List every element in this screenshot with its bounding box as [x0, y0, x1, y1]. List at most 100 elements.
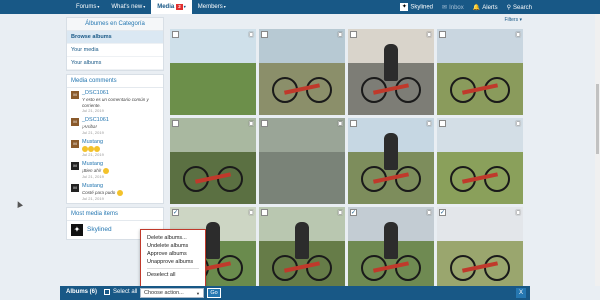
select-checkbox[interactable]: [261, 209, 268, 216]
bicycle-figure: [360, 163, 422, 192]
avatar[interactable]: M: [71, 183, 79, 192]
tab-members-label: Members: [197, 4, 223, 10]
album-thumbnail[interactable]: ▣: [348, 118, 434, 204]
camera-icon: ▣: [515, 32, 521, 38]
select-checkbox[interactable]: [350, 31, 357, 38]
camera-icon: ▣: [515, 210, 521, 216]
filters-button[interactable]: Filters ▾: [504, 17, 522, 23]
wheel-shape: [217, 254, 244, 281]
emoji-icon: [102, 167, 109, 174]
sidebar: Álbumes en Categoría Browse albums Your …: [66, 17, 164, 243]
album-thumbnail[interactable]: ▣: [437, 118, 523, 204]
chevron-down-icon: ▼: [196, 291, 200, 296]
camera-icon: ▣: [248, 121, 254, 127]
comment-date: Jul 21, 2019: [82, 108, 104, 113]
wheel-shape: [395, 165, 422, 192]
search-link[interactable]: ⚲ Search: [507, 4, 532, 11]
bicycle-figure: [360, 74, 422, 103]
main-nav: Forums▾ What's new▾ Media 2 ▾ Members▾: [70, 0, 232, 14]
menu-item-delete-albums[interactable]: Delete albums...: [147, 234, 199, 242]
action-select[interactable]: Choose action... ▼: [140, 288, 204, 298]
scrollbar[interactable]: [595, 14, 600, 286]
album-thumbnail[interactable]: ▣: [170, 29, 256, 115]
chevron-down-icon: ▾: [143, 4, 146, 9]
chevron-down-icon: ▾: [223, 4, 226, 9]
camera-icon: ▣: [337, 210, 343, 216]
photo-background: [259, 118, 345, 153]
select-checkbox[interactable]: [350, 120, 357, 127]
menu-item-deselect-all[interactable]: Deselect all: [147, 271, 199, 279]
inbox-link[interactable]: ✉ Inbox: [442, 4, 464, 11]
action-select-value: Choose action...: [144, 290, 184, 296]
tab-whats-new-label: What's new: [111, 4, 143, 10]
chevron-down-icon: ▾: [97, 4, 100, 9]
select-checkbox[interactable]: [439, 31, 446, 38]
select-checkbox[interactable]: [172, 120, 179, 127]
media-comments-title: Media comments: [67, 75, 163, 88]
albums-count: Albums (6): [66, 289, 98, 295]
photo-background: [437, 29, 523, 64]
comment-date: Jul 21, 2019: [82, 151, 104, 157]
select-all-checkbox[interactable]: Select all: [104, 289, 137, 295]
tab-media[interactable]: Media 2 ▾: [151, 0, 192, 14]
comment-title[interactable]: Mustang: [82, 139, 159, 146]
categories-title: Álbumes en Categoría: [67, 18, 163, 31]
scrollbar-thumb[interactable]: [596, 84, 599, 154]
select-checkbox[interactable]: ✓: [350, 209, 357, 216]
bicycle-figure: [449, 252, 511, 281]
album-thumbnail[interactable]: ▣: [348, 29, 434, 115]
sidebar-item-your-media[interactable]: Your media: [67, 44, 163, 57]
tab-members[interactable]: Members▾: [192, 0, 232, 14]
close-button[interactable]: X: [516, 288, 526, 298]
emoji-icon: [116, 189, 123, 196]
album-thumbnail[interactable]: ▣: [259, 118, 345, 204]
photo-background: [170, 29, 256, 64]
bicycle-figure: [449, 74, 511, 103]
comment-title[interactable]: Mustang: [82, 183, 159, 190]
menu-item-undelete-albums[interactable]: Undelete albums: [147, 242, 199, 250]
sidebar-item-your-albums[interactable]: Your albums: [67, 57, 163, 70]
album-thumbnail[interactable]: ▣2012/12/03 - Salida Piragüis: [259, 207, 345, 293]
album-thumbnail[interactable]: ✓▣Specialized Epic 2012 Testbike: [348, 207, 434, 293]
tab-whats-new[interactable]: What's new▾: [105, 0, 151, 14]
select-checkbox[interactable]: [261, 31, 268, 38]
comment-title[interactable]: Mustang: [82, 161, 159, 168]
select-checkbox[interactable]: ✓: [172, 209, 179, 216]
comment-title[interactable]: _DSC1061: [82, 117, 159, 124]
avatar[interactable]: M: [71, 139, 79, 148]
select-checkbox[interactable]: [439, 120, 446, 127]
avatar[interactable]: M: [71, 161, 79, 170]
avatar[interactable]: M: [71, 118, 79, 126]
inline-mod-bar: Albums (6) Select all Choose action... ▼ …: [60, 286, 530, 300]
emoji-icon: [94, 145, 100, 152]
menu-item-approve-albums[interactable]: Approve albums: [147, 250, 199, 258]
list-item: M _DSC1061 ¡Arriba! Jul 21, 2019: [67, 115, 163, 137]
album-thumbnail[interactable]: ▣: [437, 29, 523, 115]
album-thumbnail[interactable]: ✓▣2014/03/09 - Cardada, Agüera, Bas: [437, 207, 523, 293]
alerts-link[interactable]: 🔔 Alerts: [473, 4, 498, 11]
camera-icon: ▣: [426, 32, 432, 38]
tab-forums[interactable]: Forums▾: [70, 0, 105, 14]
most-media-title: Most media items: [67, 208, 163, 221]
avatar[interactable]: M: [71, 91, 79, 99]
user-nav: ✦ Skylined ✉ Inbox 🔔 Alerts ⚲ Search: [400, 0, 532, 14]
wheel-shape: [306, 76, 333, 103]
envelope-icon: ✉: [442, 4, 448, 11]
menu-item-unapprove-albums[interactable]: Unapprove albums: [147, 258, 199, 266]
photo-background: [259, 29, 345, 64]
album-thumbnail[interactable]: ▣: [259, 29, 345, 115]
mouse-cursor-icon: [15, 200, 23, 208]
select-checkbox[interactable]: [261, 120, 268, 127]
wheel-shape: [217, 165, 244, 192]
categories-block: Álbumes en Categoría Browse albums Your …: [66, 17, 164, 71]
sidebar-item-browse-albums[interactable]: Browse albums: [67, 31, 163, 44]
comment-title[interactable]: _DSC1061: [82, 90, 159, 97]
user-menu[interactable]: ✦ Skylined: [400, 3, 433, 11]
select-checkbox[interactable]: [172, 31, 179, 38]
select-checkbox[interactable]: ✓: [439, 209, 446, 216]
album-thumbnail[interactable]: ▣: [170, 118, 256, 204]
go-button[interactable]: Go: [207, 288, 221, 298]
camera-icon: ▣: [337, 121, 343, 127]
bicycle-figure: [271, 252, 333, 281]
user-avatar: ✦: [71, 223, 83, 236]
